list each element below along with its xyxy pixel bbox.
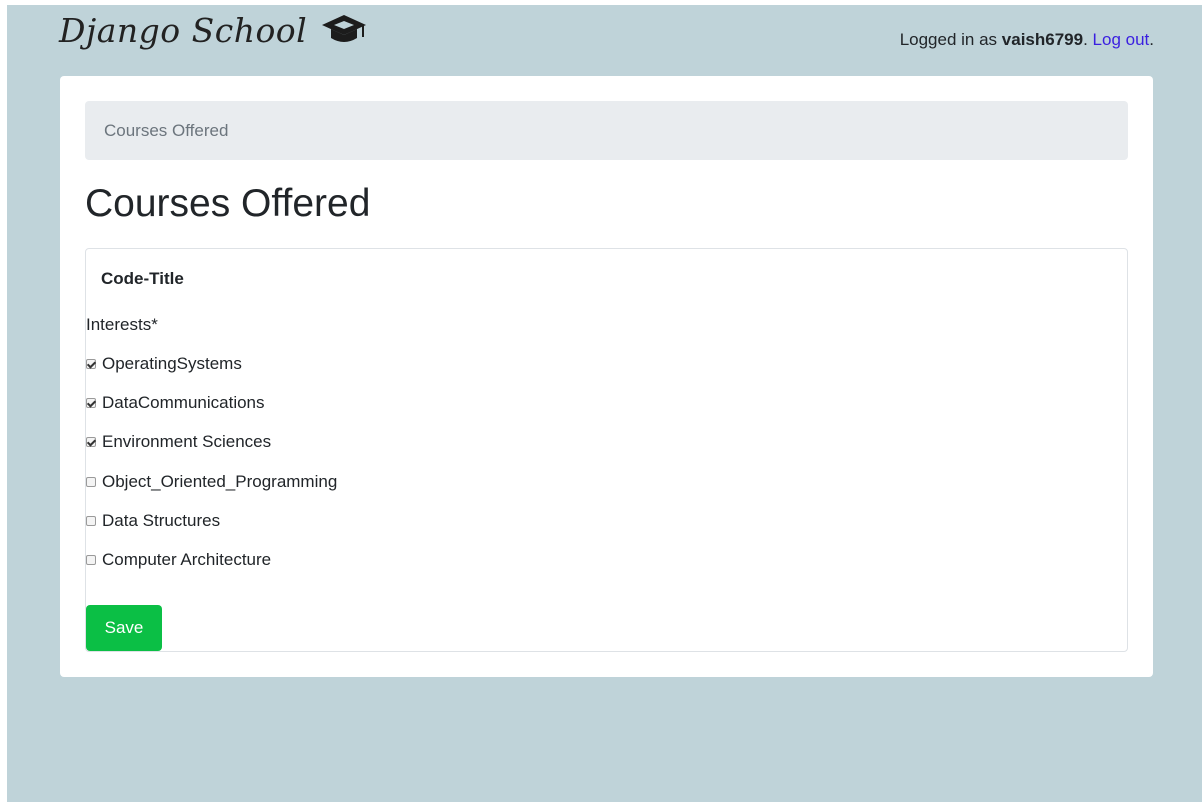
logout-suffix: .: [1149, 30, 1154, 49]
checkbox[interactable]: [86, 477, 96, 487]
login-prefix: Logged in as: [899, 30, 1002, 49]
breadcrumb-current: Courses Offered: [104, 120, 229, 140]
card-header: Code-Title: [101, 269, 184, 288]
checkbox-option[interactable]: OperatingSystems: [86, 352, 242, 376]
checkbox-label: Object_Oriented_Programming: [102, 472, 338, 491]
courses-form-card: Code-Title Interests* OperatingSystems D…: [85, 248, 1128, 652]
checkbox[interactable]: [86, 555, 96, 565]
checkbox-label: Environment Sciences: [102, 432, 272, 451]
checkbox-label: Computer Architecture: [102, 550, 272, 569]
breadcrumb: Courses Offered: [85, 101, 1128, 160]
checkbox-option[interactable]: DataCommunications: [86, 391, 265, 415]
interests-label: Interests*: [86, 315, 158, 334]
checkbox[interactable]: [86, 437, 96, 447]
login-separator: .: [1083, 30, 1093, 49]
checkbox-label: OperatingSystems: [102, 354, 242, 373]
brand[interactable]: Django School: [59, 8, 367, 52]
graduation-cap-icon: [321, 13, 367, 47]
logout-link[interactable]: Log out: [1093, 30, 1150, 49]
checkbox[interactable]: [86, 398, 96, 408]
main-panel: Courses Offered Courses Offered Code-Tit…: [60, 76, 1153, 677]
checkbox[interactable]: [86, 359, 96, 369]
save-button[interactable]: Save: [86, 605, 162, 651]
checkbox-label: Data Structures: [102, 511, 221, 530]
checkbox-option[interactable]: Environment Sciences: [86, 430, 271, 454]
login-status: Logged in as vaish6799. Log out.: [900, 30, 1154, 50]
brand-title: Django School: [59, 10, 308, 50]
username: vaish6799: [1001, 30, 1084, 49]
page-title: Courses Offered: [85, 182, 371, 225]
checkbox[interactable]: [86, 516, 96, 526]
checkbox-option[interactable]: Data Structures: [86, 509, 220, 533]
checkbox-option[interactable]: Object_Oriented_Programming: [86, 470, 337, 494]
checkbox-option[interactable]: Computer Architecture: [86, 548, 271, 572]
checkbox-label: DataCommunications: [102, 393, 265, 412]
